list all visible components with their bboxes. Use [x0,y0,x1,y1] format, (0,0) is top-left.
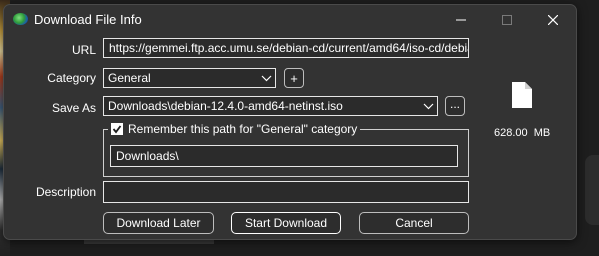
close-icon [548,15,558,25]
maximize-button [484,5,530,35]
url-field[interactable]: https://gemmei.ftp.acc.umu.se/debian-cd/… [103,38,469,58]
window-title: Download File Info [34,12,142,27]
description-label: Description [35,185,96,199]
download-file-info-dialog: Download File Info URL https://gemmei.ft… [3,4,577,240]
maximize-icon [502,15,512,25]
url-label: URL [71,43,96,57]
remember-path-label: Remember this path for "General" categor… [128,122,358,136]
background-panel [585,155,599,225]
description-field[interactable] [103,181,469,203]
remember-path-checkbox[interactable] [111,123,123,135]
remember-path-field[interactable]: Downloads\ [110,145,458,167]
save-as-label: Save As [51,101,96,115]
chevron-down-icon [420,97,437,115]
browse-button[interactable]: ... [445,96,465,116]
chevron-down-icon [258,69,275,87]
start-download-button[interactable]: Start Download [231,212,341,234]
minimize-button[interactable] [438,5,484,35]
title-bar[interactable]: Download File Info [4,5,576,35]
app-icon [13,13,28,25]
check-icon [112,125,122,134]
download-later-button[interactable]: Download Later [103,212,214,234]
save-as-value: Downloads\debian-12.4.0-amd64-netinst.is… [108,99,343,113]
add-category-button[interactable]: + [284,68,304,88]
save-as-select[interactable]: Downloads\debian-12.4.0-amd64-netinst.is… [103,96,438,116]
file-size: 628.00 MB [494,127,551,139]
category-label: Category [47,71,96,85]
close-button[interactable] [530,5,576,35]
minimize-icon [456,19,466,21]
remember-path-legend: Remember this path for "General" categor… [108,122,361,136]
category-select[interactable]: General [103,68,276,88]
category-value: General [108,71,151,85]
cancel-button[interactable]: Cancel [359,212,469,234]
file-icon [511,81,533,112]
